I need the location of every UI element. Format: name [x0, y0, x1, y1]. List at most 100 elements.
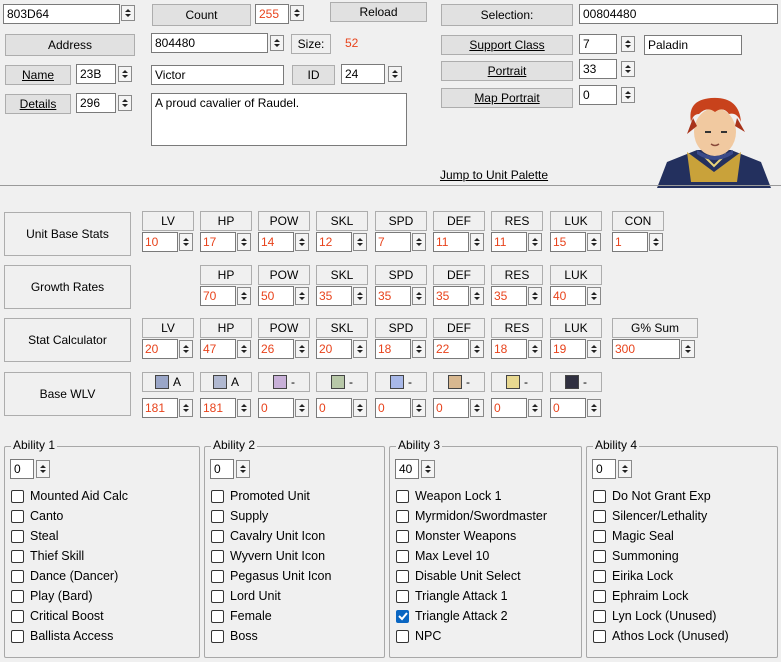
ability-checkbox-row[interactable]: Ballista Access [11, 627, 113, 645]
hp-spinner[interactable] [237, 340, 251, 358]
luk-spinner[interactable] [587, 287, 601, 305]
checkbox[interactable] [396, 489, 409, 503]
checkbox[interactable] [211, 569, 224, 583]
ability-checkbox-row[interactable]: Magic Seal [593, 527, 674, 545]
support-class-spinner[interactable] [621, 36, 635, 52]
checkbox[interactable] [593, 569, 606, 583]
map-portrait-spinner[interactable] [621, 87, 635, 103]
hp-spinner[interactable] [237, 399, 251, 417]
ability-checkbox-row[interactable]: Play (Bard) [11, 587, 93, 605]
hp-field[interactable]: 47 [200, 339, 236, 359]
ability-checkbox-row[interactable]: Myrmidon/Swordmaster [396, 507, 547, 525]
res-field[interactable]: 11 [491, 232, 527, 252]
checkbox[interactable] [593, 489, 606, 503]
ability-checkbox-row[interactable]: Disable Unit Select [396, 567, 521, 585]
count-button[interactable]: Count [152, 4, 251, 26]
checkbox[interactable] [211, 609, 224, 623]
ability-checkbox-row[interactable]: Lord Unit [211, 587, 281, 605]
checkbox[interactable] [11, 509, 24, 523]
ability-checkbox-row[interactable]: Dance (Dancer) [11, 567, 118, 585]
con-field[interactable]: 1 [612, 232, 648, 252]
checkbox[interactable] [211, 489, 224, 503]
luk-spinner[interactable] [587, 340, 601, 358]
ability-checkbox-row[interactable]: Cavalry Unit Icon [211, 527, 325, 545]
res-spinner[interactable] [528, 233, 542, 251]
address-spinner[interactable] [270, 35, 284, 51]
checkbox[interactable] [396, 629, 409, 643]
checkbox[interactable] [11, 529, 24, 543]
portrait-field[interactable]: 33 [579, 59, 617, 79]
ability-checkbox-row[interactable]: Steal [11, 527, 59, 545]
ability-checkbox-row[interactable]: Thief Skill [11, 547, 84, 565]
checkbox[interactable] [396, 589, 409, 603]
lv-field[interactable]: 181 [142, 398, 178, 418]
id-field[interactable]: 24 [341, 64, 385, 84]
map-portrait-button[interactable]: Map Portrait [441, 88, 573, 108]
ability-checkbox-row[interactable]: Do Not Grant Exp [593, 487, 711, 505]
pow-spinner[interactable] [295, 287, 309, 305]
ability-checkbox-row[interactable]: Summoning [593, 547, 679, 565]
ability-checkbox-row[interactable]: Supply [211, 507, 268, 525]
ability-checkbox-row[interactable]: Ephraim Lock [593, 587, 688, 605]
ability-checkbox-row[interactable]: Wyvern Unit Icon [211, 547, 325, 565]
ability-value-field[interactable]: 0 [210, 459, 234, 479]
def-field[interactable]: 11 [433, 232, 469, 252]
checkbox[interactable] [593, 509, 606, 523]
pow-field[interactable]: 50 [258, 286, 294, 306]
res-field[interactable]: 18 [491, 339, 527, 359]
checkbox[interactable] [211, 509, 224, 523]
ability-value-spinner[interactable] [36, 460, 50, 478]
ability-checkbox-row[interactable]: Canto [11, 507, 63, 525]
checkbox[interactable] [11, 489, 24, 503]
id-button[interactable]: ID [292, 65, 335, 85]
name-id-field[interactable]: 23B [76, 64, 116, 84]
luk-field[interactable]: 0 [550, 398, 586, 418]
hp-spinner[interactable] [237, 233, 251, 251]
pow-spinner[interactable] [295, 340, 309, 358]
lv-spinner[interactable] [179, 340, 193, 358]
checkbox[interactable] [211, 549, 224, 563]
checkbox[interactable] [593, 549, 606, 563]
skl-field[interactable]: 20 [316, 339, 352, 359]
luk-spinner[interactable] [587, 233, 601, 251]
ability-checkbox-row[interactable]: Triangle Attack 2 [396, 607, 508, 625]
hp-field[interactable]: 70 [200, 286, 236, 306]
checkbox[interactable] [11, 589, 24, 603]
id-spinner[interactable] [388, 66, 402, 82]
hp-field[interactable]: 181 [200, 398, 236, 418]
res-spinner[interactable] [528, 340, 542, 358]
checkbox[interactable] [211, 589, 224, 603]
pow-spinner[interactable] [295, 233, 309, 251]
def-spinner[interactable] [470, 233, 484, 251]
details-text-field[interactable]: A proud cavalier of Raudel. [151, 93, 407, 146]
checkbox[interactable] [396, 569, 409, 583]
ability-checkbox-row[interactable]: Max Level 10 [396, 547, 489, 565]
name-button[interactable]: Name [5, 65, 71, 85]
ability-checkbox-row[interactable]: Boss [211, 627, 258, 645]
checkbox[interactable] [211, 529, 224, 543]
size-field[interactable]: 52 [341, 33, 426, 53]
ability-checkbox-row[interactable]: Promoted Unit [211, 487, 310, 505]
name-id-spinner[interactable] [118, 66, 132, 82]
def-spinner[interactable] [470, 340, 484, 358]
selection-button[interactable]: Selection: [441, 4, 573, 26]
ability-checkbox-row[interactable]: Lyn Lock (Unused) [593, 607, 716, 625]
reload-button[interactable]: Reload [330, 2, 427, 22]
count-spinner[interactable] [290, 5, 304, 21]
ability-checkbox-row[interactable]: Triangle Attack 1 [396, 587, 508, 605]
checkbox[interactable] [11, 629, 24, 643]
selection-field[interactable]: 00804480 [579, 4, 778, 24]
hp-field[interactable]: 17 [200, 232, 236, 252]
map-portrait-field[interactable]: 0 [579, 85, 617, 105]
lv-field[interactable]: 10 [142, 232, 178, 252]
pow-spinner[interactable] [295, 399, 309, 417]
skl-spinner[interactable] [353, 340, 367, 358]
ability-value-spinner[interactable] [421, 460, 435, 478]
gsum-spinner[interactable] [681, 340, 695, 358]
spd-field[interactable]: 35 [375, 286, 411, 306]
count-field[interactable]: 255 [255, 4, 289, 24]
checkbox[interactable] [593, 609, 606, 623]
res-field[interactable]: 35 [491, 286, 527, 306]
def-field[interactable]: 22 [433, 339, 469, 359]
name-text-field[interactable]: Victor [151, 65, 284, 85]
